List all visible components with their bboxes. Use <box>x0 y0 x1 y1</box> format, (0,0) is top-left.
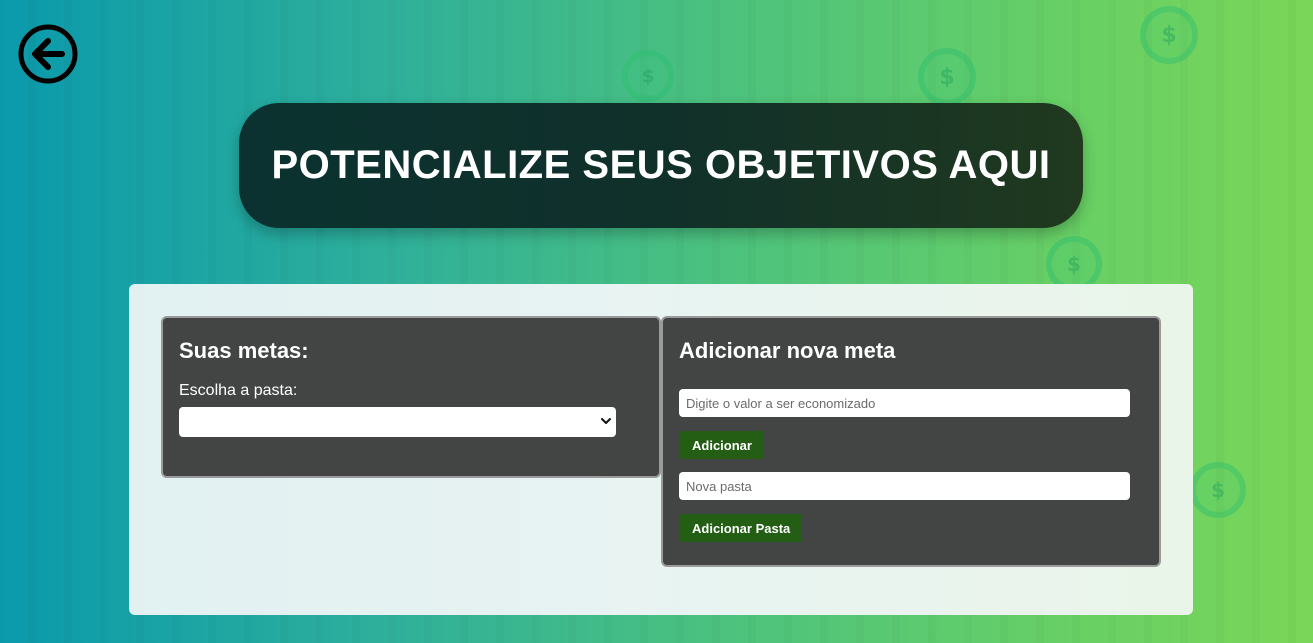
add-goal-button[interactable]: Adicionar <box>680 431 764 459</box>
dollar-coin-icon: $ <box>918 48 976 106</box>
new-folder-input[interactable] <box>679 472 1130 500</box>
back-button[interactable] <box>18 24 78 84</box>
dollar-coin-icon: $ <box>622 50 674 102</box>
add-folder-button[interactable]: Adicionar Pasta <box>680 514 803 542</box>
folder-select[interactable] <box>179 407 616 437</box>
add-goal-panel: Adicionar nova meta Adicionar Adicionar … <box>661 316 1161 567</box>
arrow-left-circle-icon <box>18 24 78 84</box>
goal-amount-input[interactable] <box>679 389 1130 417</box>
hero-banner: POTENCIALIZE SEUS OBJETIVOS AQUI <box>239 103 1083 228</box>
dollar-coin-icon: $ <box>1190 462 1246 518</box>
goals-panel-title: Suas metas: <box>179 338 309 363</box>
folder-select-label: Escolha a pasta: <box>179 382 298 399</box>
add-goal-panel-title: Adicionar nova meta <box>679 338 896 363</box>
page-title: POTENCIALIZE SEUS OBJETIVOS AQUI <box>271 143 1051 187</box>
dollar-coin-icon: $ <box>1140 6 1198 64</box>
goals-panel: Suas metas: Escolha a pasta: <box>161 316 661 478</box>
chevron-down-icon <box>601 418 611 424</box>
